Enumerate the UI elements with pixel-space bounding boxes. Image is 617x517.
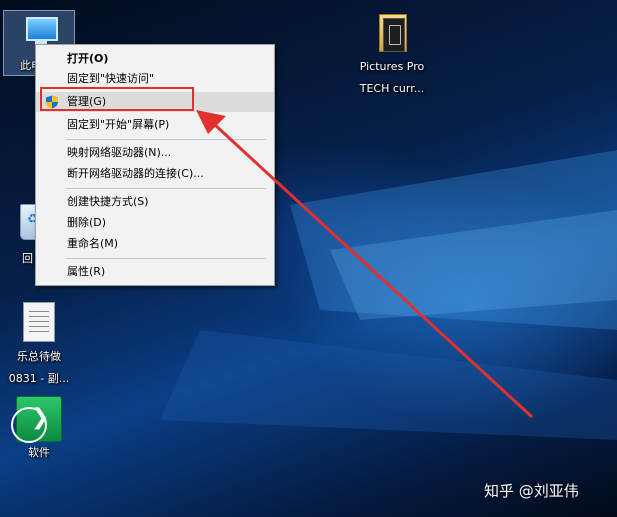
annotation-arrow [196, 110, 534, 419]
watermark: 知乎 @刘亚伟 [484, 482, 579, 500]
